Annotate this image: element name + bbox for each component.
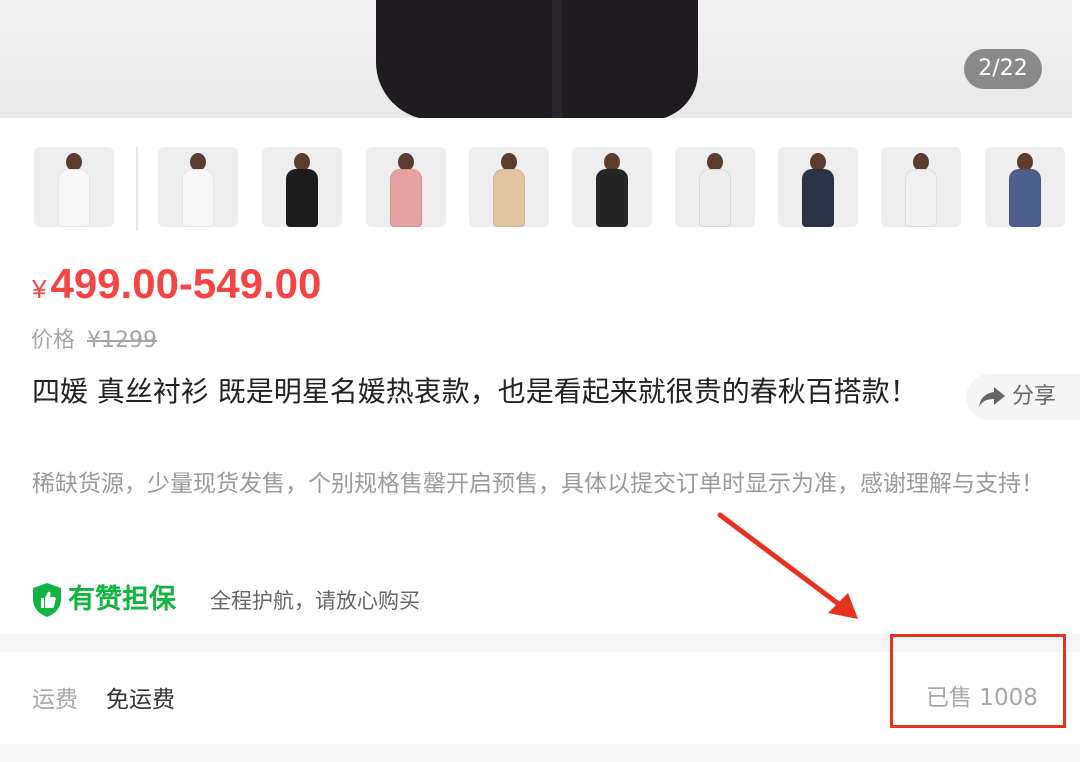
thumbnail-shirt	[493, 169, 525, 227]
image-counter: 2/22	[964, 49, 1042, 89]
price-value: 499.00-549.00	[50, 260, 322, 307]
thumbnail-shirt	[390, 169, 422, 227]
thumbnail-separator	[136, 147, 138, 231]
thumbnail-shirt	[182, 169, 214, 227]
thumbnail-black-polka-shirt[interactable]	[572, 147, 652, 227]
thumbnail-white-shirt[interactable]	[34, 147, 114, 227]
share-label: 分享	[1012, 384, 1057, 409]
price-range: ¥499.00-549.00	[32, 258, 321, 315]
thumbnail-beige-shirt[interactable]	[469, 147, 549, 227]
thumbnail-shirt	[699, 169, 731, 227]
shipping-value: 免运费	[106, 687, 175, 713]
guarantee-description: 全程护航，请放心购买	[210, 589, 420, 613]
share-button[interactable]: 分享	[966, 374, 1080, 420]
guarantee-title: 有赞担保	[68, 584, 176, 615]
annotation-arrow-icon	[717, 512, 858, 619]
thumbnail-pink-shirt[interactable]	[366, 147, 446, 227]
image-edge	[1072, 0, 1080, 118]
thumbnail-white-shirt-2[interactable]	[158, 147, 238, 227]
share-arrow-icon	[979, 387, 1005, 407]
product-description: 稀缺货源，少量现货发售，个别规格售罄开启预售，具体以提交订单时显示为准，感谢理解…	[32, 471, 1044, 497]
bottom-divider	[0, 744, 1080, 762]
product-main-image[interactable]: 2/22	[0, 0, 1080, 118]
thumbnail-shirt	[58, 169, 90, 227]
thumbnail-white-polka-shirt[interactable]	[675, 147, 755, 227]
shield-thumbs-up-icon	[33, 583, 61, 617]
thumbnail-white-print-shirt[interactable]	[881, 147, 961, 227]
model-legs-image	[376, 0, 698, 118]
shipping-label: 运费	[32, 687, 78, 713]
original-price-row: 价格 ¥1299	[31, 326, 157, 356]
thumbnail-blue-print-shirt[interactable]	[985, 147, 1065, 227]
product-title: 四媛 真丝衬衫 既是明星名媛热衷款，也是看起来就很贵的春秋百搭款！	[32, 375, 918, 408]
price-label: 价格	[31, 328, 76, 353]
thumbnail-shirt	[802, 169, 834, 227]
currency-symbol: ¥	[32, 274, 47, 304]
thumbnail-shirt	[905, 169, 937, 227]
thumbnail-black-shirt[interactable]	[262, 147, 342, 227]
thumbnail-shirt	[1009, 169, 1041, 227]
annotation-highlight-box	[890, 634, 1066, 728]
original-price: ¥1299	[87, 328, 158, 353]
thumbnail-shirt	[596, 169, 628, 227]
thumbnail-navy-print-shirt[interactable]	[778, 147, 858, 227]
thumbnail-shirt	[286, 169, 318, 227]
thumbnail-strip	[0, 147, 1080, 231]
